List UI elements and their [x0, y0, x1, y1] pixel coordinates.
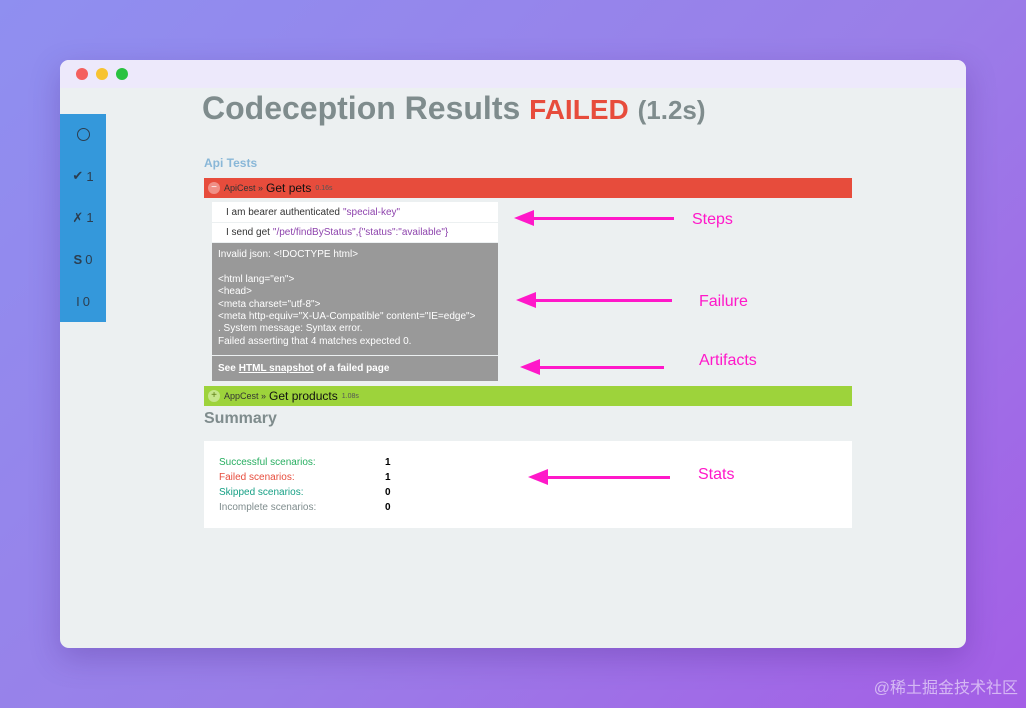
failed-count: 1 [86, 210, 94, 226]
annotation-label: Steps [692, 211, 733, 228]
collapse-icon[interactable]: − [208, 182, 220, 194]
arrow-left-icon [514, 210, 534, 226]
step-row: I am bearer authenticated "special-key" [212, 202, 498, 222]
passed-count: 1 [86, 168, 94, 184]
stat-label: Incomplete scenarios: [219, 502, 317, 513]
stat-label: Skipped scenarios: [219, 487, 304, 498]
arrow-line [532, 217, 674, 220]
filter-sidebar: ✔ 1 ✗ 1 S 0 I 0 [60, 114, 106, 322]
scenario-name: Get pets [266, 181, 312, 195]
maximize-window-button[interactable] [116, 68, 128, 80]
annotation-label: Artifacts [699, 352, 757, 369]
annotation-label: Failure [699, 293, 748, 310]
step-text: I send get [226, 227, 270, 238]
artifacts-row: See HTML snapshot of a failed page [212, 356, 498, 381]
status-badge: FAILED [529, 94, 629, 125]
stat-label: Successful scenarios: [219, 457, 316, 468]
circle-icon [76, 128, 90, 142]
arrow-left-icon [520, 359, 540, 375]
sidebar-item-passed[interactable]: ✔ 1 [60, 156, 106, 198]
failure-message: Invalid json: <!DOCTYPE html> <html lang… [212, 243, 498, 355]
stat-row-skipped: Skipped scenarios: 0 [219, 485, 852, 500]
sidebar-item-all[interactable] [60, 114, 106, 156]
sidebar-item-failed[interactable]: ✗ 1 [60, 197, 106, 239]
skipped-count: 0 [85, 252, 93, 268]
step-argument: "special-key" [342, 206, 401, 218]
scenario-get-products[interactable]: + AppCest » Get products 1.08s [204, 386, 852, 406]
artifacts-prefix: See [218, 363, 236, 374]
summary-title: Summary [204, 410, 277, 427]
scenario-class: ApiCest » [224, 183, 264, 193]
stat-row-incomplete: Incomplete scenarios: 0 [219, 500, 852, 515]
report-window: ✔ 1 ✗ 1 S 0 I 0 Codeception Results FAIL… [60, 60, 966, 648]
incomplete-count: 0 [82, 293, 90, 309]
arrow-line [534, 299, 672, 302]
window-titlebar [60, 60, 966, 88]
page-title-text: Codeception Results [202, 90, 521, 126]
arrow-left-icon [528, 469, 548, 485]
expand-icon[interactable]: + [208, 390, 220, 402]
checkmark-icon: ✔ [72, 168, 84, 184]
suite-title: Api Tests [204, 156, 258, 170]
step-text: I am bearer authenticated [226, 206, 340, 218]
skipped-icon: S [73, 252, 83, 268]
step-argument: "/pet/findByStatus",{"status":"available… [272, 227, 449, 238]
scenario-name: Get products [269, 389, 338, 403]
scenario-class: AppCest » [224, 391, 267, 401]
scenario-time: 1.08s [341, 392, 359, 400]
total-duration: (1.2s) [637, 95, 706, 125]
incomplete-icon: I [76, 293, 80, 309]
stat-value: 0 [385, 502, 391, 513]
arrow-left-icon [516, 292, 536, 308]
sidebar-item-skipped[interactable]: S 0 [60, 239, 106, 281]
artifacts-suffix: of a failed page [316, 363, 390, 374]
scenario-get-pets[interactable]: − ApiCest » Get pets 0.16s [204, 178, 852, 198]
page-title: Codeception Results FAILED (1.2s) [202, 90, 706, 127]
stat-value: 0 [385, 487, 391, 498]
close-window-button[interactable] [76, 68, 88, 80]
stat-label: Failed scenarios: [219, 472, 295, 483]
html-snapshot-link[interactable]: HTML snapshot [239, 363, 314, 374]
watermark: @稀土掘金技术社区 [873, 680, 1018, 697]
steps-list: I am bearer authenticated "special-key" … [212, 202, 498, 242]
annotation-label: Stats [698, 466, 735, 483]
stat-value: 1 [385, 457, 391, 468]
scenario-time: 0.16s [315, 184, 333, 192]
minimize-window-button[interactable] [96, 68, 108, 80]
cross-icon: ✗ [72, 209, 84, 225]
step-row: I send get "/pet/findByStatus",{"status"… [212, 222, 498, 242]
stat-row-successful: Successful scenarios: 1 [219, 455, 852, 470]
arrow-line [546, 476, 670, 479]
sidebar-item-incomplete[interactable]: I 0 [60, 280, 106, 322]
arrow-line [538, 366, 664, 369]
stat-value: 1 [385, 472, 391, 483]
